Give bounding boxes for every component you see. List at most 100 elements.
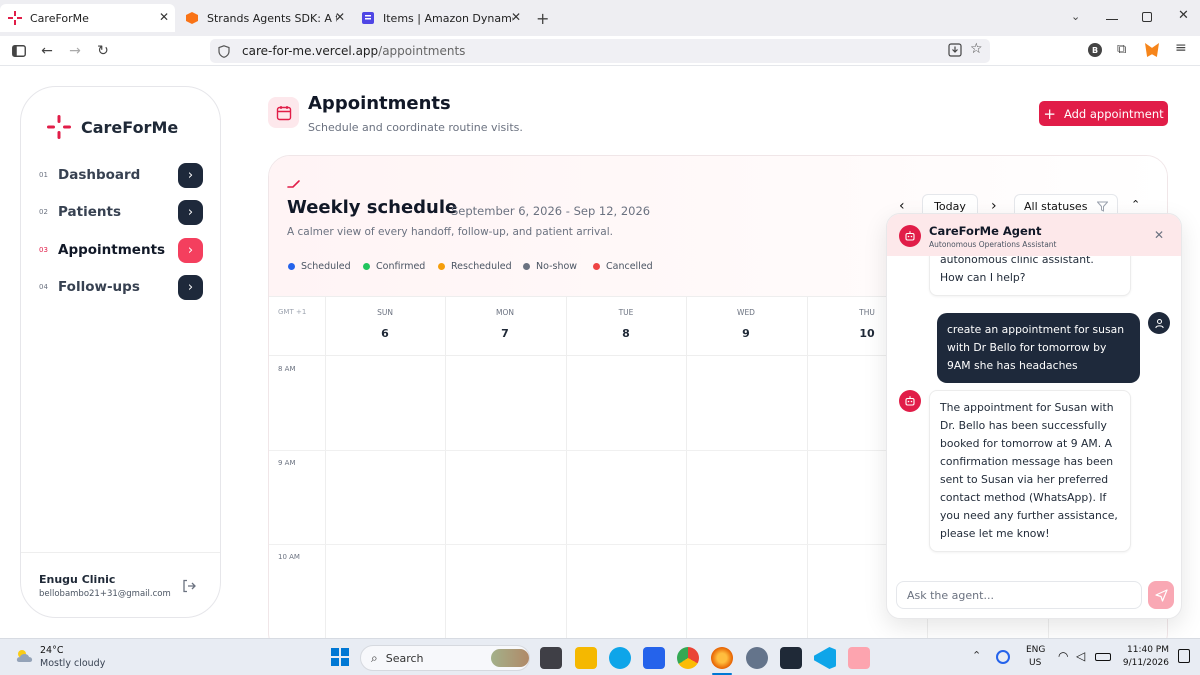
volume-icon[interactable]: ◁ bbox=[1076, 649, 1085, 663]
edge-browser-icon[interactable] bbox=[609, 647, 631, 669]
tab-close-icon[interactable]: ✕ bbox=[335, 10, 345, 24]
close-window-icon[interactable]: ✕ bbox=[1178, 8, 1189, 23]
tab-dynamodb[interactable]: Items | Amazon DynamoDB Ma ✕ bbox=[353, 4, 527, 32]
user-email: bellobambo21+31@gmail.com bbox=[39, 589, 171, 599]
nav-label: Follow-ups bbox=[58, 279, 140, 295]
chevron-right-icon[interactable]: › bbox=[178, 274, 203, 300]
browser-tab-bar: CareForMe ✕ Strands Agents SDK: A techni… bbox=[0, 0, 1200, 36]
calendar-icon bbox=[268, 97, 299, 128]
settings-gear-icon[interactable] bbox=[746, 647, 768, 669]
legend-confirmed: Confirmed bbox=[363, 261, 425, 272]
close-chat-icon[interactable]: ✕ bbox=[1154, 228, 1164, 242]
legend-label: Scheduled bbox=[301, 261, 351, 272]
nav-label: Appointments bbox=[58, 242, 166, 258]
notifications-bell-icon[interactable] bbox=[1178, 649, 1190, 663]
status-dot bbox=[288, 263, 295, 270]
search-label: Search bbox=[385, 651, 424, 665]
hour-label-9am: 9 AM bbox=[278, 459, 296, 467]
send-paper-plane-icon bbox=[1154, 588, 1168, 602]
tab-strands[interactable]: Strands Agents SDK: A technical ✕ bbox=[177, 4, 351, 32]
search-highlight-image-icon bbox=[491, 649, 529, 667]
strands-favicon-icon bbox=[185, 11, 199, 25]
tab-close-icon[interactable]: ✕ bbox=[159, 10, 169, 24]
snipping-tool-icon[interactable] bbox=[848, 647, 870, 669]
clock-time[interactable]: 11:40 PM bbox=[1125, 645, 1169, 655]
collapse-chevron-up-icon[interactable]: ⌃ bbox=[1131, 198, 1140, 211]
shield-icon bbox=[218, 44, 230, 58]
profile-b-icon[interactable]: B bbox=[1088, 43, 1102, 57]
add-appointment-button[interactable]: + Add appointment bbox=[1039, 101, 1168, 126]
taskbar-search[interactable]: ⌕ Search bbox=[360, 645, 530, 671]
schedule-title: Weekly schedule bbox=[287, 197, 458, 218]
firefox-icon[interactable] bbox=[711, 647, 733, 669]
browser-nav-bar: ← → ↻ care-for-me.vercel.app/appointment… bbox=[0, 36, 1200, 66]
wifi-icon[interactable]: ◠ bbox=[1058, 649, 1068, 663]
language-region[interactable]: US bbox=[1029, 658, 1041, 668]
file-explorer-icon[interactable] bbox=[575, 647, 597, 669]
timezone-label: GMT +1 bbox=[278, 308, 307, 316]
sync-tray-icon[interactable] bbox=[996, 650, 1010, 664]
sidebar-footer: Enugu Clinic bellobambo21+31@gmail.com bbox=[21, 552, 220, 618]
restore-window-icon[interactable] bbox=[1142, 12, 1152, 22]
battery-icon[interactable] bbox=[1095, 653, 1111, 661]
add-appointment-label: Add appointment bbox=[1063, 106, 1164, 121]
bot-avatar-icon bbox=[899, 390, 921, 412]
clinic-name: Enugu Clinic bbox=[39, 573, 116, 586]
next-week-chevron-icon[interactable]: › bbox=[991, 198, 997, 214]
bookmark-star-icon[interactable]: ☆ bbox=[970, 41, 983, 57]
sidebar-item-follow-ups[interactable]: 04 Follow-ups › bbox=[39, 274, 203, 300]
weather-cloud-icon[interactable] bbox=[14, 647, 36, 669]
clock-date[interactable]: 9/11/2026 bbox=[1115, 658, 1169, 668]
chrome-icon[interactable] bbox=[677, 647, 699, 669]
tab-title: Strands Agents SDK: A technical bbox=[207, 11, 337, 25]
menu-hamburger-icon[interactable]: ≡ bbox=[1175, 40, 1187, 56]
terminal-icon[interactable] bbox=[780, 647, 802, 669]
search-icon: ⌕ bbox=[371, 650, 378, 665]
chevron-right-icon[interactable]: › bbox=[178, 237, 203, 263]
logout-icon[interactable] bbox=[182, 578, 196, 597]
chat-input[interactable]: Ask the agent... bbox=[896, 581, 1142, 609]
tab-careforme[interactable]: CareForMe ✕ bbox=[0, 4, 175, 32]
chat-header: CareForMe Agent Autonomous Operations As… bbox=[887, 214, 1181, 256]
schedule-subtitle: A calmer view of every handoff, follow-u… bbox=[287, 226, 613, 238]
forward-arrow-icon[interactable]: → bbox=[66, 42, 84, 60]
vscode-icon[interactable] bbox=[814, 647, 836, 669]
page-subtitle: Schedule and coordinate routine visits. bbox=[308, 121, 523, 134]
language-code[interactable]: ENG bbox=[1026, 645, 1045, 655]
url-bar[interactable]: care-for-me.vercel.app/appointments ☆ bbox=[210, 39, 990, 63]
day-column bbox=[686, 296, 687, 654]
user-message: create an appointment for susan with Dr … bbox=[937, 313, 1140, 383]
task-view-icon[interactable] bbox=[540, 647, 562, 669]
back-arrow-icon[interactable]: ← bbox=[38, 42, 56, 60]
sidebar: CareForMe 01 Dashboard › 02 Patients › 0… bbox=[20, 86, 221, 618]
legend-no-show: No-show bbox=[523, 261, 577, 272]
prev-week-chevron-icon[interactable]: ‹ bbox=[899, 198, 905, 214]
tray-chevron-up-icon[interactable]: ⌃ bbox=[972, 649, 981, 662]
microsoft-store-icon[interactable] bbox=[643, 647, 665, 669]
sidebar-item-patients[interactable]: 02 Patients › bbox=[39, 199, 203, 225]
status-dot bbox=[593, 263, 600, 270]
sidebar-toggle-icon[interactable] bbox=[10, 42, 28, 60]
chevron-right-icon[interactable]: › bbox=[178, 199, 203, 225]
status-filter-value: All statuses bbox=[1024, 200, 1088, 213]
extensions-puzzle-icon[interactable]: ⧉ bbox=[1117, 42, 1126, 57]
windows-start-icon[interactable] bbox=[331, 648, 349, 666]
tab-title: CareForMe bbox=[30, 11, 89, 25]
tab-close-icon[interactable]: ✕ bbox=[511, 10, 521, 24]
brand[interactable]: CareForMe bbox=[47, 115, 178, 139]
day-number-wed[interactable]: 9 bbox=[686, 327, 806, 340]
nav-number: 01 bbox=[39, 171, 48, 179]
day-number-sun[interactable]: 6 bbox=[325, 327, 445, 340]
sidebar-item-appointments[interactable]: 03 Appointments › bbox=[39, 237, 203, 263]
sidebar-item-dashboard[interactable]: 01 Dashboard › bbox=[39, 162, 203, 188]
chevron-right-icon[interactable]: › bbox=[178, 162, 203, 188]
reload-icon[interactable]: ↻ bbox=[94, 42, 112, 60]
tab-list-chevron-icon[interactable]: ⌄ bbox=[1071, 10, 1080, 23]
metamask-fox-icon[interactable] bbox=[1145, 43, 1159, 57]
minimize-window-icon[interactable] bbox=[1106, 6, 1118, 20]
new-tab-plus-icon[interactable]: + bbox=[536, 9, 549, 28]
day-number-mon[interactable]: 7 bbox=[445, 327, 565, 340]
day-number-tue[interactable]: 8 bbox=[566, 327, 686, 340]
send-button[interactable] bbox=[1148, 581, 1174, 609]
install-app-icon[interactable] bbox=[948, 43, 962, 60]
